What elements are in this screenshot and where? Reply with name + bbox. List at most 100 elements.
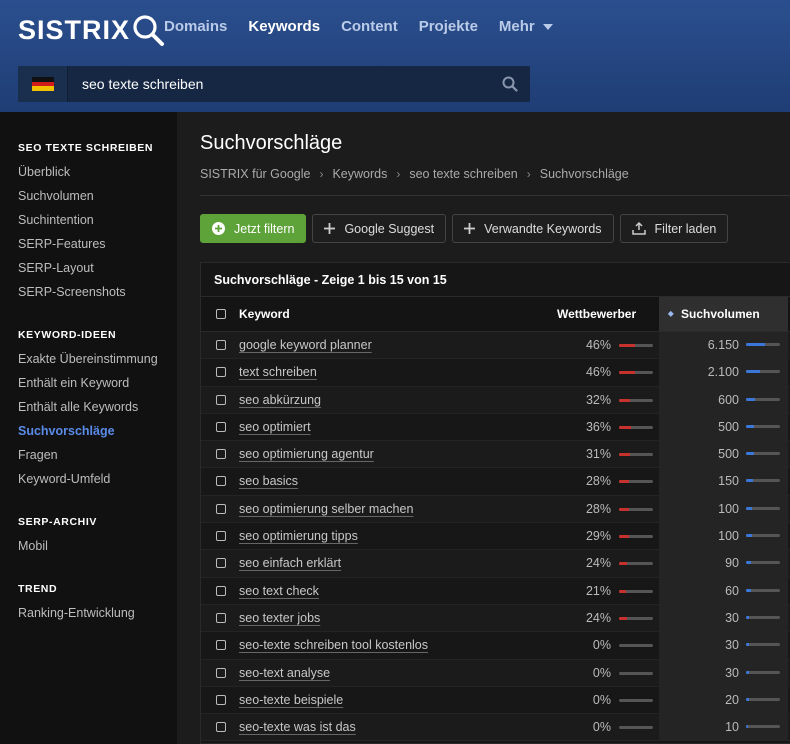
table-header: Keyword Wettbewerber ⬥ Suchvolumen <box>201 297 790 332</box>
nav-label: Mehr <box>498 18 535 35</box>
volume-value: 30 <box>725 638 739 653</box>
sistrix-logo[interactable]: SISTRIX <box>18 12 166 48</box>
search-button[interactable] <box>490 66 530 102</box>
row-checkbox[interactable] <box>216 558 226 569</box>
keyword-link[interactable]: seo text check <box>239 584 319 598</box>
keyword-link[interactable]: seo optimierung tipps <box>239 529 358 543</box>
sidebar-section-serp-archiv: SERP-ARCHIV Mobil <box>18 516 177 561</box>
column-header-competition[interactable]: Wettbewerber <box>557 297 636 331</box>
volume-bar <box>746 343 780 346</box>
volume-value: 500 <box>718 447 739 462</box>
volume-bar-fill <box>746 643 750 647</box>
google-suggest-button[interactable]: Google Suggest <box>312 214 447 243</box>
volume-cell: 100 <box>659 523 788 551</box>
breadcrumb-item[interactable]: seo texte schreiben <box>409 167 517 181</box>
table-row: text schreiben 46% 2.100 <box>201 359 790 387</box>
keyword-link[interactable]: seo abkürzung <box>239 393 321 407</box>
row-checkbox[interactable] <box>216 449 226 460</box>
keyword-link[interactable]: google keyword planner <box>239 338 372 352</box>
competition-bar-fill <box>619 453 630 457</box>
sidebar-item-suchintention[interactable]: Suchintention <box>18 211 177 235</box>
table-body: google keyword planner 46% 6.150 text schre… <box>201 332 790 742</box>
keyword-link[interactable]: seo optimiert <box>239 420 311 434</box>
volume-cell: 500 <box>659 441 788 469</box>
sidebar-item-fragen[interactable]: Fragen <box>18 446 177 470</box>
volume-cell: 30 <box>659 604 788 632</box>
keyword-link[interactable]: seo-text analyse <box>239 666 330 680</box>
row-checkbox[interactable] <box>216 694 226 705</box>
nav-keywords[interactable]: Keywords <box>248 18 320 35</box>
sidebar-item-exakte-uebereinstimmung[interactable]: Exakte Übereinstimmung <box>18 350 177 374</box>
competition-value: 0% <box>592 692 611 707</box>
row-checkbox[interactable] <box>216 722 226 733</box>
filter-laden-button[interactable]: Filter laden <box>619 214 729 243</box>
volume-bar-fill <box>746 424 755 428</box>
keyword-link[interactable]: seo optimierung agentur <box>239 447 374 461</box>
nav-content[interactable]: Content <box>341 18 398 35</box>
sidebar-item-ranking-entwicklung[interactable]: Ranking-Entwicklung <box>18 604 177 628</box>
competition-bar-fill <box>619 425 632 429</box>
select-all-checkbox[interactable] <box>216 309 226 319</box>
sidebar-item-keyword-umfeld[interactable]: Keyword-Umfeld <box>18 470 177 494</box>
column-header-volume[interactable]: ⬥ Suchvolumen <box>659 297 788 331</box>
keyword-link[interactable]: text schreiben <box>239 365 317 379</box>
breadcrumb-item[interactable]: Keywords <box>332 167 387 181</box>
sidebar-item-enthaelt-alle-keywords[interactable]: Enthält alle Keywords <box>18 398 177 422</box>
row-checkbox[interactable] <box>216 640 226 651</box>
row-checkbox[interactable] <box>216 612 226 623</box>
volume-bar-fill <box>746 343 765 346</box>
row-checkbox[interactable] <box>216 394 226 405</box>
keyword-link[interactable]: seo-texte beispiele <box>239 693 343 707</box>
sidebar-item-suchvorschlaege[interactable]: Suchvorschläge <box>18 422 177 446</box>
volume-value: 100 <box>718 529 739 544</box>
button-label: Google Suggest <box>344 221 435 236</box>
country-selector[interactable] <box>18 66 68 102</box>
row-checkbox[interactable] <box>216 340 226 350</box>
sidebar-item-serp-features[interactable]: SERP-Features <box>18 235 177 259</box>
sidebar-item-mobil[interactable]: Mobil <box>18 537 177 561</box>
search-bar <box>18 66 530 102</box>
sidebar-item-suchvolumen[interactable]: Suchvolumen <box>18 187 177 211</box>
germany-flag-icon <box>31 77 54 92</box>
sidebar-item-ueberblick[interactable]: Überblick <box>18 163 177 187</box>
keyword-link[interactable]: seo optimierung selber machen <box>239 502 413 516</box>
verwandte-keywords-button[interactable]: Verwandte Keywords <box>452 214 614 243</box>
nav-domains[interactable]: Domains <box>164 18 227 35</box>
keyword-link[interactable]: seo basics <box>239 474 298 488</box>
keyword-link[interactable]: seo texter jobs <box>239 611 320 625</box>
row-checkbox[interactable] <box>216 367 226 378</box>
row-checkbox[interactable] <box>216 503 226 514</box>
competition-value: 36% <box>585 419 611 434</box>
row-checkbox[interactable] <box>216 421 226 432</box>
keyword-link[interactable]: seo-texte schreiben tool kostenlos <box>239 638 428 652</box>
competition-bar-fill <box>619 535 629 539</box>
nav-label: Content <box>341 18 398 35</box>
sidebar-item-serp-screenshots[interactable]: SERP-Screenshots <box>18 283 177 307</box>
volume-cell: 90 <box>659 550 788 578</box>
jetzt-filtern-button[interactable]: Jetzt filtern <box>200 214 307 243</box>
competition-bar <box>619 589 653 593</box>
competition-bar-fill <box>619 344 635 347</box>
sidebar-item-serp-layout[interactable]: SERP-Layout <box>18 259 177 283</box>
keyword-link[interactable]: seo-texte was ist das <box>239 720 356 734</box>
row-checkbox[interactable] <box>216 531 226 542</box>
competition-bar <box>619 398 653 402</box>
keyword-link[interactable]: seo einfach erklärt <box>239 556 341 570</box>
volume-bar-fill <box>746 725 749 729</box>
chevron-right-icon: › <box>396 167 401 181</box>
volume-value: 90 <box>725 556 739 571</box>
volume-bar <box>746 424 780 428</box>
search-input[interactable] <box>68 76 490 92</box>
competition-value: 46% <box>585 365 611 380</box>
row-checkbox[interactable] <box>216 667 226 678</box>
nav-projekte[interactable]: Projekte <box>419 18 478 35</box>
column-header-keyword[interactable]: Keyword <box>239 297 290 331</box>
row-checkbox[interactable] <box>216 476 226 487</box>
sidebar-item-enthaelt-ein-keyword[interactable]: Enthält ein Keyword <box>18 374 177 398</box>
volume-bar-fill <box>746 615 750 619</box>
row-checkbox[interactable] <box>216 585 226 596</box>
competition-bar <box>619 480 653 484</box>
volume-cell: 30 <box>659 659 788 687</box>
nav-mehr[interactable]: Mehr <box>499 18 553 35</box>
breadcrumb-item[interactable]: SISTRIX für Google <box>200 167 310 181</box>
